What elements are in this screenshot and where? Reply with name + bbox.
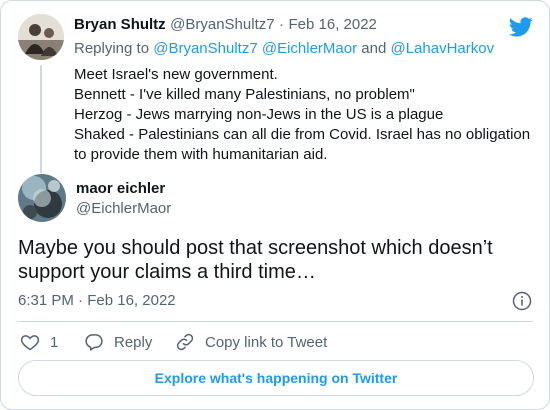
reply-text-line: to provide them with humanitarian aid.	[74, 146, 328, 163]
reply-text-line: Bennett - I've killed many Palestinians,…	[74, 86, 415, 103]
copy-link-button[interactable]: Copy link to Tweet	[175, 332, 327, 352]
reply-tweet-body: Meet Israel's new government. Bennett - …	[74, 65, 530, 165]
reply-text-line: Meet Israel's new government.	[74, 66, 278, 83]
tweet-embed-card: Bryan Shultz @BryanShultz7 · Feb 16, 202…	[0, 0, 550, 410]
bryan-avatar[interactable]	[18, 14, 64, 60]
replying-to-handle[interactable]: @BryanShultz7	[153, 40, 257, 57]
reply-label: Reply	[114, 333, 153, 351]
main-text-line: Maybe you should post that screenshot wh…	[18, 237, 493, 259]
link-icon	[176, 333, 194, 351]
replying-to-handle[interactable]: @LahavHarkov	[390, 40, 494, 57]
reply-button[interactable]: Reply	[84, 332, 152, 352]
main-separator: ·	[78, 292, 84, 309]
main-time: 6:31 PM	[18, 292, 74, 309]
thread-connector-line	[40, 65, 42, 173]
replying-to-line: Replying to @BryanShultz7 @EichlerMaor a…	[74, 40, 494, 57]
like-count: 1	[50, 333, 59, 351]
reply-author-name[interactable]: Bryan Shultz	[74, 16, 166, 33]
copy-link-label: Copy link to Tweet	[205, 333, 328, 351]
reply-icon	[85, 334, 103, 351]
maor-avatar-image	[18, 174, 66, 222]
divider	[17, 321, 533, 322]
heart-icon	[20, 335, 40, 351]
bryan-avatar-image	[18, 14, 64, 60]
reply-tweet-header: Bryan Shultz @BryanShultz7 · Feb 16, 202…	[74, 16, 377, 34]
main-date: Feb 16, 2022	[87, 292, 176, 309]
explore-twitter-button[interactable]: Explore what's happening on Twitter	[18, 360, 534, 396]
reply-author-handle[interactable]: @BryanShultz7	[170, 16, 274, 33]
replying-to-and: and	[361, 40, 387, 57]
reply-separator: ·	[279, 16, 285, 33]
maor-avatar[interactable]	[18, 174, 66, 222]
main-tweet-timestamp[interactable]: 6:31 PM · Feb 16, 2022	[18, 292, 176, 309]
main-tweet-text: Maybe you should post that screenshot wh…	[18, 236, 493, 284]
like-button[interactable]: 1	[20, 332, 58, 352]
reply-text-line: Shaked - Palestinians can all die from C…	[74, 126, 531, 143]
reply-text-line: Herzog - Jews marrying non-Jews in the U…	[74, 106, 444, 123]
main-author-handle[interactable]: @EichlerMaor	[76, 200, 171, 217]
replying-to-handle[interactable]: @EichlerMaor	[262, 40, 357, 57]
twitter-bird-icon[interactable]	[509, 15, 533, 39]
main-author-name[interactable]: maor eichler	[76, 180, 165, 197]
info-icon[interactable]	[512, 291, 532, 311]
explore-label: Explore what's happening on Twitter	[154, 370, 398, 386]
replying-to-prefix: Replying to	[74, 40, 150, 57]
reply-date[interactable]: Feb 16, 2022	[289, 16, 377, 33]
main-text-line: support your claims a third time…	[18, 261, 316, 283]
